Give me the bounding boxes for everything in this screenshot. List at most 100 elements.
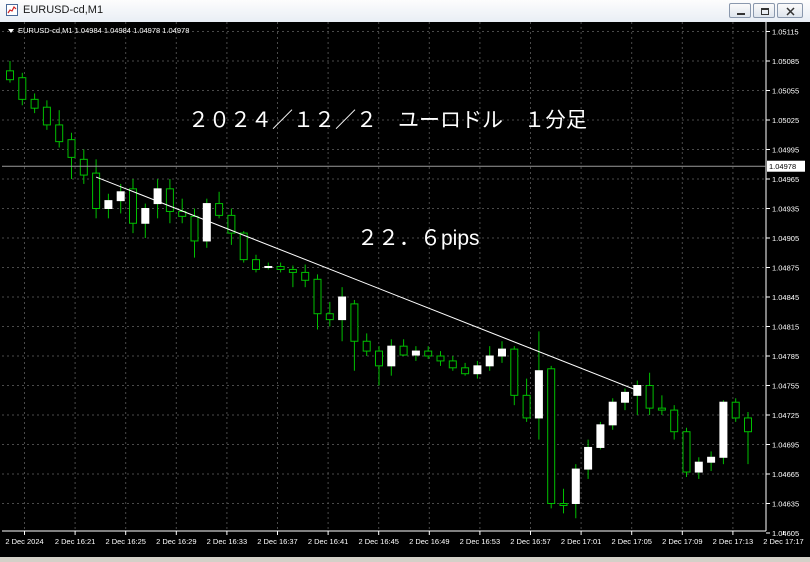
annotation-pips: ２２．６pips bbox=[357, 227, 480, 250]
price-tick-label: 1.05055 bbox=[772, 87, 799, 96]
candle-body bbox=[55, 124, 64, 143]
candle-body bbox=[608, 401, 617, 426]
candle-body bbox=[141, 208, 150, 224]
candle bbox=[313, 274, 322, 330]
candle-body bbox=[42, 106, 51, 126]
candle bbox=[55, 110, 64, 148]
candle bbox=[719, 400, 728, 465]
title-bar[interactable]: EURUSD-cd,M1 bbox=[0, 0, 810, 23]
minimize-button[interactable] bbox=[729, 3, 751, 18]
candle bbox=[18, 72, 27, 106]
candle-body bbox=[325, 313, 334, 321]
candle bbox=[252, 254, 260, 273]
price-tick-label: 1.05115 bbox=[772, 28, 799, 37]
candle-body bbox=[165, 188, 174, 212]
candle bbox=[67, 132, 76, 179]
time-tick-label: 2 Dec 17:13 bbox=[713, 537, 753, 546]
price-tick-label: 1.04665 bbox=[772, 470, 799, 479]
current-price-label: 1.04978 bbox=[769, 162, 796, 171]
candle bbox=[42, 100, 51, 130]
candle bbox=[682, 427, 691, 477]
candle-body bbox=[436, 355, 445, 362]
candle bbox=[461, 362, 470, 376]
price-tick-label: 1.04695 bbox=[772, 441, 799, 450]
candle bbox=[621, 388, 629, 411]
time-tick-label: 2 Dec 17:01 bbox=[561, 537, 601, 546]
candle-body bbox=[30, 98, 39, 109]
candle-body bbox=[67, 139, 76, 158]
candlestick-chart[interactable]: 1.05115 1.05085 1.05055 1.05025 1.04995 1.049… bbox=[0, 22, 810, 557]
candle-body bbox=[288, 268, 297, 273]
candle-body bbox=[645, 385, 654, 409]
trendline[interactable] bbox=[95, 176, 638, 391]
candle bbox=[522, 378, 531, 422]
candle bbox=[608, 398, 617, 430]
candle bbox=[276, 262, 285, 273]
price-tick-label: 1.05025 bbox=[772, 116, 799, 125]
candle-body bbox=[571, 468, 580, 505]
candle-body bbox=[202, 203, 211, 242]
price-tick-label: 1.04755 bbox=[772, 382, 799, 391]
candle bbox=[731, 398, 740, 422]
candle-body bbox=[387, 345, 396, 367]
candle bbox=[104, 193, 113, 219]
candle bbox=[215, 191, 224, 219]
time-tick-label: 2 Dec 16:25 bbox=[105, 537, 145, 546]
candle-body bbox=[744, 417, 752, 433]
candle bbox=[129, 179, 137, 234]
candle-body bbox=[375, 350, 383, 367]
candle bbox=[485, 346, 494, 371]
price-tick-label: 1.04905 bbox=[772, 234, 799, 243]
time-tick-label: 2 Dec 17:17 bbox=[763, 537, 803, 546]
candle-body bbox=[670, 409, 679, 433]
candle-body bbox=[448, 360, 457, 369]
time-tick-label: 2 Dec 2024 bbox=[5, 537, 43, 546]
candle-body bbox=[461, 367, 470, 375]
candle-body bbox=[473, 365, 482, 375]
price-tick-label: 1.04815 bbox=[772, 323, 799, 332]
candle-body bbox=[276, 266, 285, 270]
candle-body bbox=[362, 340, 371, 352]
terminal-window: EURUSD-cd,M1 1.05115 1.05085 1.05055 1.0502… bbox=[0, 0, 810, 557]
candle bbox=[547, 365, 556, 509]
time-tick-label: 2 Dec 17:05 bbox=[611, 537, 651, 546]
symbol-info: EURUSD-cd,M1 1.04984 1.04984 1.04978 1.0… bbox=[18, 26, 189, 35]
candle-body bbox=[596, 424, 605, 448]
candle-body bbox=[350, 303, 359, 342]
restore-button[interactable] bbox=[753, 3, 775, 18]
candle bbox=[584, 439, 593, 479]
candle-body bbox=[399, 345, 408, 356]
candle bbox=[338, 287, 347, 342]
candle bbox=[362, 333, 371, 356]
close-button[interactable] bbox=[777, 3, 803, 18]
candle bbox=[571, 464, 580, 519]
candle-body bbox=[694, 461, 703, 473]
time-tick-label: 2 Dec 16:21 bbox=[55, 537, 95, 546]
candle bbox=[350, 299, 359, 371]
candle bbox=[498, 341, 506, 363]
candle bbox=[448, 356, 457, 371]
price-tick-label: 1.04995 bbox=[772, 146, 799, 155]
candle-body bbox=[104, 200, 113, 209]
candle-body bbox=[215, 203, 224, 216]
chart-window-icon bbox=[6, 4, 18, 16]
candle bbox=[165, 179, 174, 224]
candle bbox=[202, 198, 211, 248]
candle bbox=[227, 208, 236, 245]
time-tick-label: 2 Dec 16:33 bbox=[207, 537, 247, 546]
candle bbox=[694, 457, 703, 479]
candle-body bbox=[6, 70, 14, 81]
candle-body bbox=[424, 350, 433, 357]
candle-body bbox=[485, 355, 494, 367]
time-tick-label: 2 Dec 16:45 bbox=[358, 537, 398, 546]
minimize-icon bbox=[737, 13, 745, 15]
candle bbox=[510, 346, 519, 406]
price-tick-label: 1.04785 bbox=[772, 352, 799, 361]
time-tick-label: 2 Dec 16:53 bbox=[460, 537, 500, 546]
candle-body bbox=[313, 278, 322, 315]
candle-body bbox=[239, 232, 248, 261]
candle bbox=[744, 412, 752, 465]
candle-body bbox=[584, 446, 593, 470]
time-tick-label: 2 Dec 16:29 bbox=[156, 537, 196, 546]
chart-area[interactable]: 1.05115 1.05085 1.05055 1.05025 1.04995 1.049… bbox=[0, 22, 810, 557]
